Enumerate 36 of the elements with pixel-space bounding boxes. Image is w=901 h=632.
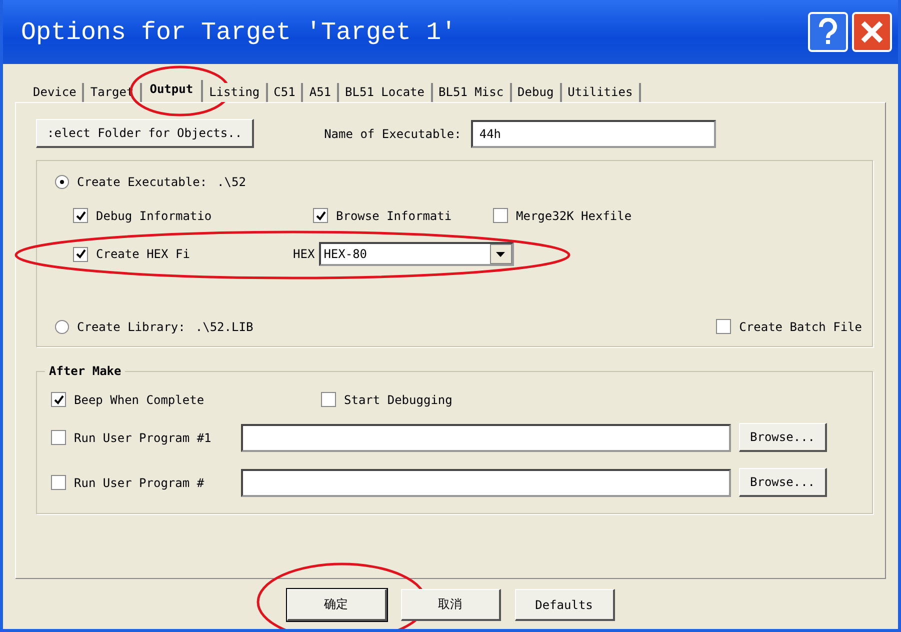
dialog-button[interactable]: 取消 — [400, 589, 500, 621]
checkbox[interactable]: Debug Informatio — [73, 208, 212, 223]
check-icon — [76, 210, 86, 220]
input-field[interactable] — [241, 424, 731, 452]
checkbox[interactable]: Create HEX Fi — [73, 246, 190, 262]
input-field[interactable]: 44h — [471, 120, 716, 148]
dropdown[interactable]: HEX-80 — [318, 242, 514, 266]
dialog-button[interactable]: Defaults — [514, 589, 614, 621]
browse-button[interactable]: Browse... — [739, 423, 828, 452]
close-button[interactable] — [852, 12, 892, 52]
select-folder-button[interactable]: :elect Folder for Objects.. — [36, 119, 254, 148]
field-label: HEX — [293, 247, 315, 261]
radio-button[interactable]: Create Executable: — [55, 175, 208, 189]
help-icon — [817, 18, 839, 46]
check-icon — [54, 394, 64, 404]
check-icon — [76, 249, 86, 259]
caret-icon — [496, 252, 506, 256]
window-title: Options for Target 'Target 1' — [21, 18, 458, 46]
checkbox[interactable]: Beep When Complete — [51, 392, 204, 407]
close-icon — [860, 20, 884, 44]
dialog-button[interactable]: 确定 — [286, 589, 386, 621]
browse-button[interactable]: Browse... — [739, 468, 828, 497]
radio-button[interactable]: Create Library: — [55, 320, 186, 334]
checkbox[interactable]: Create Batch File — [716, 319, 862, 334]
path-text: .\52 — [217, 175, 246, 189]
input-field[interactable] — [241, 468, 731, 496]
checkbox[interactable]: Start Debugging — [321, 392, 452, 407]
group-title: After Make — [45, 364, 126, 378]
path-text: .\52.LIB — [195, 320, 254, 334]
checkbox[interactable]: Browse Informati — [313, 208, 452, 223]
checkbox[interactable]: Merge32K Hexfile — [493, 208, 632, 223]
checkbox[interactable]: Run User Program #1 — [51, 430, 212, 445]
help-button[interactable] — [808, 12, 848, 52]
check-icon — [316, 210, 326, 220]
checkbox[interactable]: Run User Program # — [51, 475, 204, 490]
field-label: Name of Executable: — [324, 126, 462, 140]
